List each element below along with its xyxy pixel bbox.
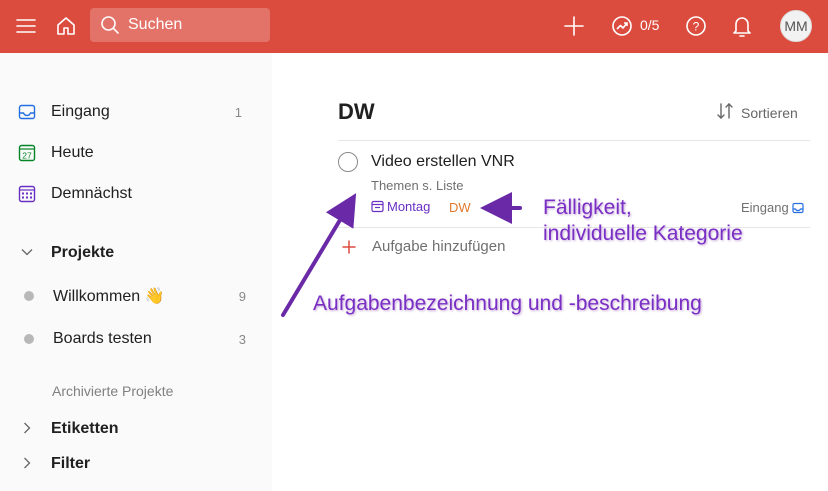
search-icon (100, 15, 120, 35)
task-label-tag[interactable]: DW (449, 200, 471, 215)
help-icon[interactable]: ? (684, 14, 708, 38)
task-project[interactable]: Eingang (741, 200, 804, 215)
filters-header-label: Filter (51, 455, 91, 472)
sort-button[interactable]: Sortieren (715, 102, 798, 123)
filters-header[interactable]: Filter (0, 449, 272, 479)
karma-progress[interactable]: 0/5 (640, 17, 659, 33)
project-label: Willkommen 👋 (53, 288, 165, 305)
page-title: DW (338, 99, 375, 124)
plus-icon (341, 239, 357, 255)
task-due-date[interactable]: Montag (371, 199, 430, 214)
projects-header[interactable]: Projekte (0, 238, 272, 268)
annotation-task-description: Aufgabenbezeichnung und -beschreibung (313, 292, 702, 315)
divider (338, 140, 810, 141)
sidebar-item-today[interactable]: 27 Heute (0, 138, 272, 168)
add-task-button[interactable]: Aufgabe hinzufügen (341, 238, 505, 255)
home-icon[interactable] (53, 13, 79, 39)
chevron-down-icon[interactable] (20, 245, 34, 264)
sidebar-item-label: Eingang (51, 103, 110, 120)
annotation-due-line1: Fälligkeit, (543, 196, 632, 219)
task-title[interactable]: Video erstellen VNR (371, 153, 515, 171)
top-bar: Suchen 0/5 ? MM (0, 0, 828, 53)
add-icon[interactable] (562, 14, 586, 38)
inbox-icon (789, 202, 804, 214)
avatar[interactable]: MM (780, 10, 812, 42)
chevron-right-icon[interactable] (20, 421, 34, 440)
bell-icon[interactable] (730, 13, 754, 39)
task-description: Themen s. Liste (371, 178, 464, 193)
menu-icon[interactable] (14, 14, 38, 38)
labels-header[interactable]: Etiketten (0, 414, 272, 444)
inbox-icon (18, 103, 36, 121)
sidebar-item-inbox[interactable]: Eingang 1 (0, 97, 272, 127)
project-count: 9 (238, 288, 246, 304)
sidebar-item-project-boards[interactable]: Boards testen 3 (0, 324, 272, 354)
productivity-icon[interactable] (610, 14, 634, 38)
due-label: Montag (387, 199, 431, 214)
search-placeholder: Suchen (128, 16, 183, 33)
svg-text:?: ? (693, 20, 700, 34)
project-color-dot (24, 334, 34, 344)
chevron-right-icon[interactable] (20, 456, 34, 475)
waving-hand-emoji: 👋 (144, 288, 165, 305)
calendar-upcoming-icon (18, 185, 36, 203)
project-count: 3 (238, 331, 246, 347)
calendar-icon (371, 200, 384, 213)
calendar-today-icon: 27 (18, 144, 36, 162)
task-checkbox[interactable] (338, 152, 358, 172)
add-task-label: Aufgabe hinzufügen (372, 238, 506, 255)
labels-header-label: Etiketten (51, 420, 119, 437)
annotation-due-line2: individuelle Kategorie (543, 222, 743, 245)
sidebar-item-count: 1 (234, 104, 242, 120)
sort-icon (715, 102, 735, 123)
sidebar-item-label: Demnächst (51, 185, 132, 202)
sidebar-item-label: Heute (51, 144, 94, 161)
archived-projects-link[interactable]: Archivierte Projekte (52, 383, 173, 399)
avatar-initials: MM (784, 18, 808, 34)
project-label: Boards testen (53, 330, 152, 347)
calendar-day-number: 27 (22, 151, 32, 161)
projects-header-label: Projekte (51, 244, 115, 261)
project-color-dot (24, 291, 34, 301)
sidebar-item-upcoming[interactable]: Demnächst (0, 179, 272, 209)
sidebar: Eingang 1 27 Heute Demnächst Projekte Wi… (0, 53, 272, 491)
sidebar-item-project-willkommen[interactable]: Willkommen 👋 9 (0, 281, 272, 311)
search-input[interactable]: Suchen (90, 8, 270, 42)
sort-label: Sortieren (741, 104, 798, 121)
task-project-label: Eingang (741, 200, 789, 215)
